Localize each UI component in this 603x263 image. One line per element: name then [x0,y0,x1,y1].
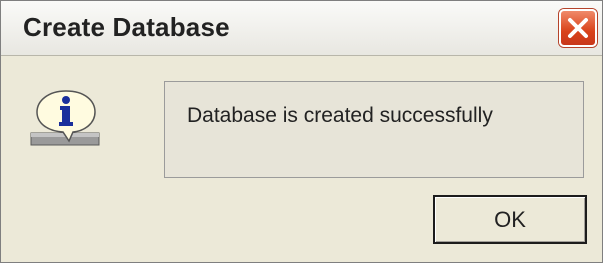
info-icon [27,89,105,151]
message-text: Database is created successfully [187,104,493,127]
window-title: Create Database [23,12,230,42]
close-icon [568,18,588,38]
ok-button[interactable]: OK [433,195,587,244]
dialog-window: Create Database Database is created succ… [0,0,603,263]
close-button[interactable] [559,9,597,47]
message-panel: Database is created successfully [164,81,584,178]
title-bar[interactable]: Create Database [1,1,602,56]
